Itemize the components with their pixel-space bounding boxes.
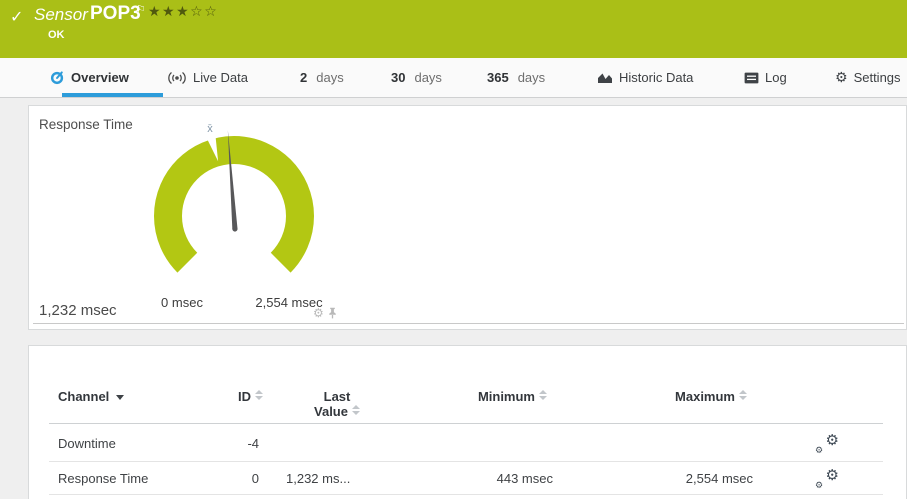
column-header-maximum-label: Maximum <box>675 389 735 404</box>
tab-log[interactable]: Log <box>744 58 787 97</box>
column-header-minimum[interactable]: Minimum <box>429 389 547 404</box>
column-header-last-value[interactable]: Last Value <box>287 389 387 419</box>
tab-30-days-label: days <box>414 70 441 85</box>
channel-table-panel: Channel ID Last Value Minimum Maximum Do… <box>28 345 907 499</box>
tab-2-days-label: days <box>316 70 343 85</box>
tab-historic-data[interactable]: Historic Data <box>597 58 693 97</box>
column-header-id[interactable]: ID <box>179 389 263 404</box>
gauge-divider <box>33 323 904 324</box>
column-header-channel-label: Channel <box>58 389 109 404</box>
column-header-id-label: ID <box>238 389 251 404</box>
gauge-title: Response Time <box>39 117 133 132</box>
priority-stars[interactable]: ★★★☆☆ <box>148 4 218 20</box>
gear-icon: ⚙ <box>826 468 839 483</box>
stars-filled: ★★★ <box>148 4 190 20</box>
gauge-current-value: 1,232 msec <box>39 302 117 319</box>
tab-historic-data-label: Historic Data <box>619 70 693 85</box>
gauge-min-label: 0 msec <box>154 295 210 310</box>
tab-overview[interactable]: Overview <box>50 58 129 97</box>
sensor-name: POP3 <box>90 3 141 25</box>
tab-live-data-label: Live Data <box>193 70 248 85</box>
sort-icon <box>739 390 747 400</box>
prtg-sensor-page: ✓ Sensor POP3 ⚐ ★★★☆☆ OK Overview Live D… <box>0 0 907 499</box>
gear-icon: ⚙ <box>826 433 839 448</box>
active-tab-underline <box>62 93 163 97</box>
stars-empty: ☆☆ <box>190 4 218 20</box>
gauge-icon <box>50 70 65 85</box>
cell-channel: Downtime <box>58 436 116 451</box>
gauge-panel: Response Time x̄ 0 msec 2,554 msec 1,232… <box>28 105 907 330</box>
tab-30-days-number: 30 <box>391 70 405 85</box>
column-header-last-value-line1: Last <box>287 389 387 404</box>
column-header-maximum[interactable]: Maximum <box>629 389 747 404</box>
pin-icon[interactable] <box>327 307 338 319</box>
cell-last-value: 1,232 ms... <box>286 471 350 486</box>
column-header-channel[interactable]: Channel <box>58 389 124 404</box>
tab-log-label: Log <box>765 70 787 85</box>
gauge-needle-hub <box>232 226 237 231</box>
settings-gear-icon: ⚙ <box>835 71 848 85</box>
widget-tools: ⚙ <box>313 307 338 319</box>
channel-settings-icon[interactable]: ⚙ ⚙ <box>815 471 839 491</box>
gear-icon: ⚙ <box>815 482 823 491</box>
cell-id: 0 <box>179 471 259 486</box>
response-time-gauge: x̄ <box>139 121 329 311</box>
cell-maximum: 2,554 msec <box>635 471 753 486</box>
tab-365-days-label: days <box>518 70 545 85</box>
cell-minimum: 443 msec <box>435 471 553 486</box>
sort-desc-icon <box>116 395 124 400</box>
flag-icon[interactable]: ⚐ <box>136 3 146 16</box>
tab-2-days[interactable]: 2 days <box>300 58 344 97</box>
mean-marker-label: x̄ <box>207 123 213 135</box>
channel-settings-icon[interactable]: ⚙ ⚙ <box>815 436 839 456</box>
sort-icon <box>352 405 360 415</box>
tab-settings-label: Settings <box>854 70 901 85</box>
tab-settings[interactable]: ⚙ Settings <box>835 58 901 97</box>
cell-id: -4 <box>179 436 259 451</box>
row-divider <box>49 461 883 462</box>
tab-365-days-number: 365 <box>487 70 509 85</box>
status-badge: OK <box>48 29 65 41</box>
sensor-status-header: ✓ Sensor POP3 ⚐ ★★★☆☆ OK <box>0 0 907 58</box>
ok-check-icon: ✓ <box>10 7 23 27</box>
gauge-svg: x̄ <box>139 121 329 311</box>
gear-icon: ⚙ <box>815 447 823 456</box>
tab-2-days-number: 2 <box>300 70 307 85</box>
tab-365-days[interactable]: 365 days <box>487 58 545 97</box>
log-icon <box>744 72 759 84</box>
tab-live-data[interactable]: Live Data <box>167 58 248 97</box>
column-header-minimum-label: Minimum <box>478 389 535 404</box>
sort-icon <box>539 390 547 400</box>
live-data-icon <box>167 71 187 85</box>
column-header-last-value-line2: Value <box>314 404 348 419</box>
cell-channel: Response Time <box>58 471 148 486</box>
tab-30-days[interactable]: 30 days <box>391 58 442 97</box>
row-divider <box>49 494 883 495</box>
sensor-type-label: Sensor <box>34 5 88 25</box>
sensor-tab-bar: Overview Live Data 2 days 30 days 365 da… <box>0 58 907 98</box>
historic-chart-icon <box>597 71 613 84</box>
widget-settings-gear-icon[interactable]: ⚙ <box>313 307 324 319</box>
tab-overview-label: Overview <box>71 70 129 85</box>
sort-icon <box>255 390 263 400</box>
table-header-divider <box>49 423 883 424</box>
